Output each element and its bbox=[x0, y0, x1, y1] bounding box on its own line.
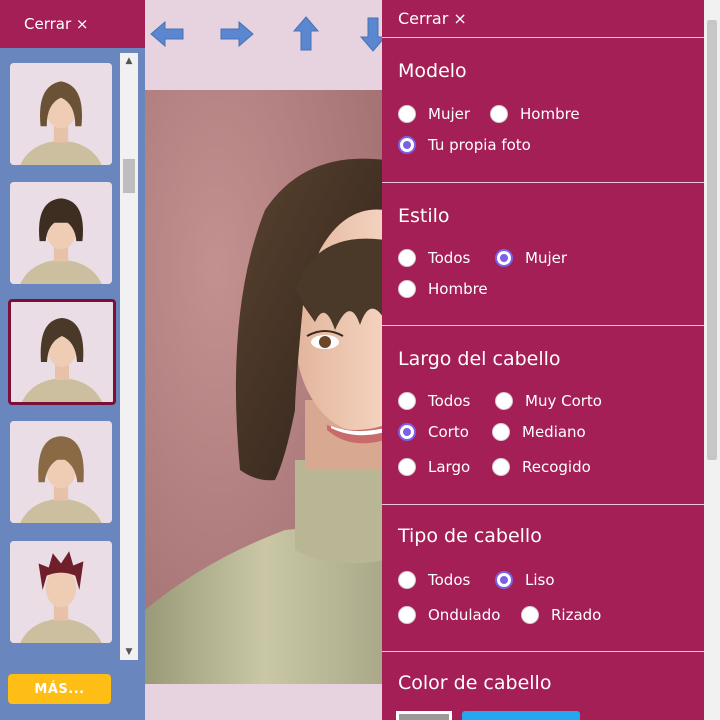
radio-circle-icon bbox=[492, 423, 510, 441]
filter-panel: Cerrar × Modelo Mujer Hombre Tu propia f… bbox=[382, 0, 704, 720]
radio-label: Todos bbox=[428, 392, 471, 410]
radio-circle-icon bbox=[398, 249, 416, 267]
left-panel: Cerrar × ▲ ▼ MÁS... bbox=[0, 0, 145, 720]
thumbnail-scrollbar[interactable]: ▲ ▼ bbox=[120, 53, 138, 660]
hairstyle-thumbnail-2[interactable] bbox=[10, 182, 112, 284]
position-arrows-toolbar bbox=[145, 0, 387, 90]
section-title: Modelo bbox=[398, 60, 467, 82]
left-close-button[interactable]: Cerrar × bbox=[0, 0, 145, 48]
hairstyle-preview-image bbox=[10, 541, 112, 643]
radio-circle-icon bbox=[398, 571, 416, 589]
radio-largo-recogido[interactable]: Recogido bbox=[492, 458, 591, 476]
radio-circle-icon bbox=[492, 458, 510, 476]
hairstyle-thumbnail-4[interactable] bbox=[10, 421, 112, 523]
radio-circle-icon bbox=[398, 105, 416, 123]
radio-label: Muy Corto bbox=[525, 392, 602, 410]
radio-largo-largo[interactable]: Largo bbox=[398, 458, 470, 476]
radio-label: Rizado bbox=[551, 606, 602, 624]
hairstyle-preview-photo[interactable] bbox=[145, 90, 385, 684]
hairstyle-preview-image bbox=[10, 182, 112, 284]
radio-tipo-ondulado[interactable]: Ondulado bbox=[398, 606, 500, 624]
scrollbar-thumb[interactable] bbox=[123, 159, 135, 193]
right-close-button[interactable]: Cerrar × bbox=[382, 0, 704, 38]
hair-color-button[interactable] bbox=[462, 711, 580, 720]
radio-circle-icon bbox=[398, 136, 416, 154]
scroll-up-arrow-icon[interactable]: ▲ bbox=[120, 53, 138, 69]
arrow-up-icon[interactable] bbox=[286, 14, 326, 54]
radio-estilo-hombre[interactable]: Hombre bbox=[398, 280, 488, 298]
more-button[interactable]: MÁS... bbox=[8, 674, 111, 704]
radio-circle-icon bbox=[490, 105, 508, 123]
section-tipo-cabello: Tipo de cabello Todos Liso Ondulado Riza… bbox=[382, 504, 704, 652]
section-largo-cabello: Largo del cabello Todos Muy Corto Corto … bbox=[382, 325, 704, 505]
radio-modelo-tu-propia-foto[interactable]: Tu propia foto bbox=[398, 136, 531, 154]
hairstyle-preview-image bbox=[10, 63, 112, 165]
hairstyle-thumbnail-5[interactable] bbox=[10, 541, 112, 643]
radio-label: Mujer bbox=[428, 105, 471, 123]
radio-circle-icon bbox=[398, 423, 416, 441]
radio-label: Tu propia foto bbox=[428, 136, 531, 154]
radio-estilo-todos[interactable]: Todos bbox=[398, 249, 470, 267]
radio-label: Liso bbox=[525, 571, 555, 589]
radio-tipo-liso[interactable]: Liso bbox=[495, 571, 555, 589]
arrow-right-icon[interactable] bbox=[217, 14, 257, 54]
radio-label: Corto bbox=[428, 423, 469, 441]
scroll-down-arrow-icon[interactable]: ▼ bbox=[120, 644, 138, 660]
radio-largo-muy-corto[interactable]: Muy Corto bbox=[495, 392, 602, 410]
radio-largo-mediano[interactable]: Mediano bbox=[492, 423, 586, 441]
section-title: Estilo bbox=[398, 205, 450, 227]
hairstyle-thumbnail-3-selected[interactable] bbox=[8, 299, 116, 405]
radio-label: Hombre bbox=[428, 280, 488, 298]
section-title: Color de cabello bbox=[398, 672, 552, 694]
section-title: Largo del cabello bbox=[398, 348, 561, 370]
radio-circle-icon bbox=[398, 606, 416, 624]
radio-largo-corto[interactable]: Corto bbox=[398, 423, 469, 441]
radio-estilo-mujer[interactable]: Mujer bbox=[495, 249, 567, 267]
radio-largo-todos[interactable]: Todos bbox=[398, 392, 470, 410]
hairstyle-thumbnail-1[interactable] bbox=[10, 63, 112, 165]
radio-circle-icon bbox=[495, 571, 513, 589]
radio-label: Recogido bbox=[522, 458, 591, 476]
radio-label: Largo bbox=[428, 458, 471, 476]
radio-label: Todos bbox=[428, 571, 471, 589]
section-estilo: Estilo Todos Mujer Hombre bbox=[382, 182, 704, 326]
radio-label: Mujer bbox=[525, 249, 568, 267]
radio-circle-icon bbox=[398, 280, 416, 298]
radio-label: Hombre bbox=[520, 105, 580, 123]
radio-circle-icon bbox=[398, 392, 416, 410]
page-scrollbar[interactable] bbox=[704, 0, 720, 720]
radio-label: Ondulado bbox=[428, 606, 501, 624]
section-modelo: Modelo Mujer Hombre Tu propia foto bbox=[382, 38, 704, 183]
radio-modelo-mujer[interactable]: Mujer bbox=[398, 105, 470, 123]
radio-modelo-hombre[interactable]: Hombre bbox=[490, 105, 580, 123]
hair-color-swatch[interactable] bbox=[396, 711, 452, 720]
hairstyle-preview-image bbox=[12, 302, 112, 402]
hairstyle-thumbnail-list[interactable] bbox=[4, 53, 120, 660]
radio-circle-icon bbox=[521, 606, 539, 624]
hairstyle-preview-image bbox=[10, 421, 112, 523]
radio-label: Todos bbox=[428, 249, 471, 267]
section-color-cabello: Color de cabello bbox=[382, 651, 704, 720]
radio-circle-icon bbox=[495, 249, 513, 267]
arrow-left-icon[interactable] bbox=[147, 14, 187, 54]
section-title: Tipo de cabello bbox=[398, 525, 542, 547]
radio-label: Mediano bbox=[522, 423, 586, 441]
radio-circle-icon bbox=[398, 458, 416, 476]
scrollbar-thumb[interactable] bbox=[707, 20, 717, 460]
radio-tipo-rizado[interactable]: Rizado bbox=[521, 606, 601, 624]
radio-circle-icon bbox=[495, 392, 513, 410]
radio-tipo-todos[interactable]: Todos bbox=[398, 571, 470, 589]
